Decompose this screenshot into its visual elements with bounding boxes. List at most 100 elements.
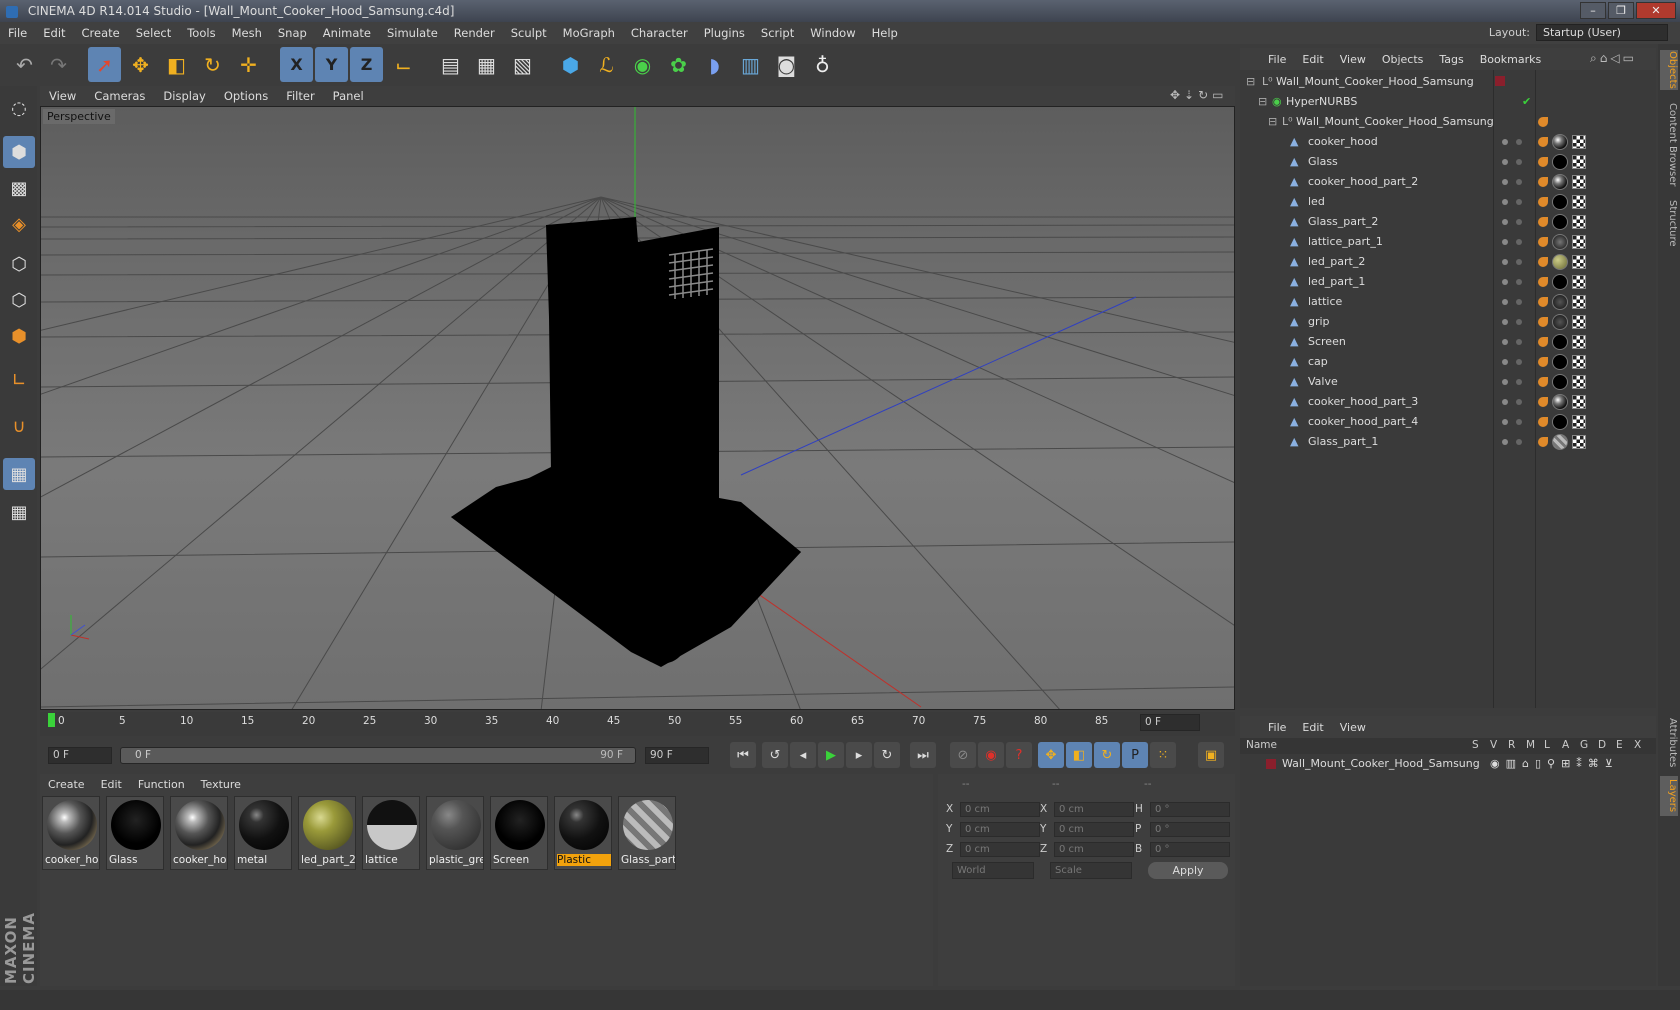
uvw-tag-icon[interactable] bbox=[1572, 195, 1586, 209]
render-picture-viewer-icon[interactable]: ▦ bbox=[470, 47, 503, 82]
object-row[interactable]: ▲ cooker_hood_part_4 bbox=[1240, 412, 1656, 432]
phong-tag-icon[interactable] bbox=[1538, 117, 1548, 127]
record-active-icon[interactable]: ⊘ bbox=[950, 742, 976, 768]
coord-value-field[interactable]: 0 cm bbox=[960, 822, 1040, 837]
menu-mesh[interactable]: Mesh bbox=[224, 26, 270, 40]
previous-frame-icon[interactable]: ◂ bbox=[790, 742, 816, 768]
camera-icon[interactable]: ◙ bbox=[770, 47, 803, 82]
menu-plugins[interactable]: Plugins bbox=[696, 26, 753, 40]
editor-visibility-dot[interactable] bbox=[1502, 159, 1508, 165]
coord-value-field[interactable]: 0 ° bbox=[1150, 842, 1230, 857]
object-menu-bookmarks[interactable]: Bookmarks bbox=[1472, 53, 1549, 66]
material-swatch[interactable]: plastic_gre bbox=[426, 796, 484, 870]
render-visibility-dot[interactable] bbox=[1516, 159, 1522, 165]
play-icon[interactable]: ▶ bbox=[818, 742, 844, 768]
render-view-icon[interactable]: ▤ bbox=[434, 47, 467, 82]
editor-visibility-dot[interactable] bbox=[1502, 299, 1508, 305]
editor-visibility-dot[interactable] bbox=[1502, 399, 1508, 405]
object-menu-file[interactable]: File bbox=[1260, 53, 1294, 66]
keyframe-selection-icon[interactable]: ? bbox=[1006, 742, 1032, 768]
render-visibility-dot[interactable] bbox=[1516, 339, 1522, 345]
uvw-tag-icon[interactable] bbox=[1572, 295, 1586, 309]
object-row[interactable]: ▲ cooker_hood_part_2 bbox=[1240, 172, 1656, 192]
menu-script[interactable]: Script bbox=[753, 26, 802, 40]
material-tag-icon[interactable] bbox=[1552, 154, 1568, 170]
phong-tag-icon[interactable] bbox=[1538, 437, 1548, 447]
enabled-check-icon[interactable]: ✔ bbox=[1522, 95, 1531, 108]
render-visibility-dot[interactable] bbox=[1516, 439, 1522, 445]
material-tag-icon[interactable] bbox=[1552, 334, 1568, 350]
object-row[interactable]: ▲ cooker_hood bbox=[1240, 132, 1656, 152]
object-menu-tags[interactable]: Tags bbox=[1431, 53, 1471, 66]
object-row-hypernurbs[interactable]: ⊟ ◉ HyperNURBS ✔ bbox=[1240, 92, 1656, 112]
array-icon[interactable]: ✿ bbox=[662, 47, 695, 82]
move-icon[interactable]: ✥ bbox=[124, 47, 157, 82]
nurbs-icon[interactable]: ◉ bbox=[626, 47, 659, 82]
editor-visibility-dot[interactable] bbox=[1502, 339, 1508, 345]
material-tag-icon[interactable] bbox=[1552, 394, 1568, 410]
next-key-icon[interactable]: ↻ bbox=[874, 742, 900, 768]
render-visibility-dot[interactable] bbox=[1516, 279, 1522, 285]
uvw-tag-icon[interactable] bbox=[1572, 315, 1586, 329]
locked-workplane-icon[interactable]: ▦ bbox=[3, 458, 35, 490]
phong-tag-icon[interactable] bbox=[1538, 197, 1548, 207]
menu-help[interactable]: Help bbox=[864, 26, 906, 40]
tab-objects[interactable]: Objects bbox=[1660, 50, 1678, 90]
axis-mode-icon[interactable]: ∟ bbox=[3, 364, 35, 396]
object-row-group[interactable]: ⊟ L⁰ Wall_Mount_Cooker_Hood_Samsung bbox=[1240, 112, 1656, 132]
snap-icon[interactable]: ∪ bbox=[3, 410, 35, 442]
phong-tag-icon[interactable] bbox=[1538, 317, 1548, 327]
menu-edit[interactable]: Edit bbox=[35, 26, 73, 40]
cube-icon[interactable]: ⬢ bbox=[554, 47, 587, 82]
layer-col-solo[interactable]: S bbox=[1472, 739, 1479, 751]
editor-visibility-dot[interactable] bbox=[1502, 139, 1508, 145]
phong-tag-icon[interactable] bbox=[1538, 137, 1548, 147]
workplane-mode-icon[interactable]: ◈ bbox=[3, 208, 35, 240]
preview-range-slider[interactable]: 0 F 90 F bbox=[120, 747, 636, 764]
viewport-menu-filter[interactable]: Filter bbox=[277, 89, 323, 103]
menu-sculpt[interactable]: Sculpt bbox=[503, 26, 555, 40]
render-visibility-dot[interactable] bbox=[1516, 359, 1522, 365]
editor-visibility-dot[interactable] bbox=[1502, 279, 1508, 285]
uvw-tag-icon[interactable] bbox=[1572, 175, 1586, 189]
coord-value-field[interactable]: 0 cm bbox=[1054, 842, 1134, 857]
object-row[interactable]: ▲ cap bbox=[1240, 352, 1656, 372]
material-swatch[interactable]: Screen bbox=[490, 796, 548, 870]
phong-tag-icon[interactable] bbox=[1538, 237, 1548, 247]
phong-tag-icon[interactable] bbox=[1538, 257, 1548, 267]
timeline-playhead[interactable] bbox=[48, 713, 55, 727]
editor-visibility-dot[interactable] bbox=[1502, 319, 1508, 325]
object-row[interactable]: ▲ Valve bbox=[1240, 372, 1656, 392]
object-row[interactable]: ▲ lattice bbox=[1240, 292, 1656, 312]
x-axis-icon[interactable]: X bbox=[280, 47, 313, 82]
spline-icon[interactable]: ℒ bbox=[590, 47, 623, 82]
redo-icon[interactable]: ↷ bbox=[42, 47, 75, 82]
menu-snap[interactable]: Snap bbox=[270, 26, 315, 40]
material-swatch[interactable]: metal bbox=[234, 796, 292, 870]
uvw-tag-icon[interactable] bbox=[1572, 255, 1586, 269]
object-row[interactable]: ▲ cooker_hood_part_3 bbox=[1240, 392, 1656, 412]
material-tag-icon[interactable] bbox=[1552, 314, 1568, 330]
viewport-nav-icons[interactable]: ✥⇣↻▭ bbox=[1170, 88, 1228, 102]
expand-icon[interactable]: ⊟ bbox=[1246, 75, 1255, 88]
next-frame-icon[interactable]: ▸ bbox=[846, 742, 872, 768]
maximize-button[interactable]: ❐ bbox=[1608, 2, 1634, 19]
menu-file[interactable]: File bbox=[0, 26, 35, 40]
light-icon[interactable]: ♁ bbox=[806, 47, 839, 82]
render-settings-icon[interactable]: ▧ bbox=[506, 47, 539, 82]
layer-col-render[interactable]: R bbox=[1508, 739, 1515, 751]
key-parameter-icon[interactable]: P bbox=[1122, 742, 1148, 768]
end-frame-field[interactable]: 90 F bbox=[645, 747, 709, 764]
menu-character[interactable]: Character bbox=[623, 26, 696, 40]
phong-tag-icon[interactable] bbox=[1538, 297, 1548, 307]
material-tag-icon[interactable] bbox=[1552, 214, 1568, 230]
planar-workplane-icon[interactable]: ▦ bbox=[3, 496, 35, 528]
layer-col-locked[interactable]: L bbox=[1544, 739, 1550, 751]
object-row[interactable]: ▲ lattice_part_1 bbox=[1240, 232, 1656, 252]
menu-animate[interactable]: Animate bbox=[315, 26, 379, 40]
layer-menu-edit[interactable]: Edit bbox=[1294, 721, 1331, 734]
start-frame-field[interactable]: 0 F bbox=[48, 747, 112, 764]
layer-col-deformers[interactable]: D bbox=[1598, 739, 1606, 751]
menu-simulate[interactable]: Simulate bbox=[379, 26, 446, 40]
polygons-mode-icon[interactable]: ⬢ bbox=[3, 320, 35, 352]
